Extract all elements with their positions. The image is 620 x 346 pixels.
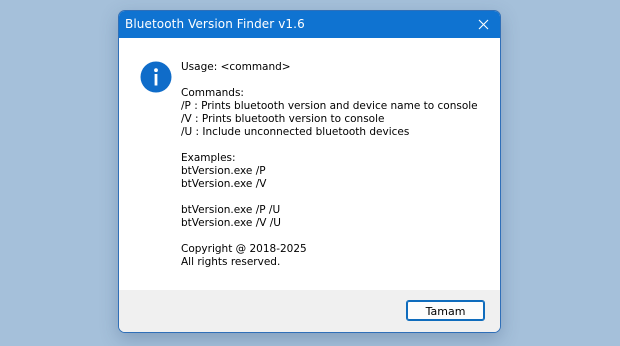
example-line: btVersion.exe /P	[181, 165, 266, 177]
info-icon	[140, 61, 172, 93]
rights-line: All rights reserved.	[181, 256, 281, 268]
examples-header: Examples:	[181, 152, 236, 164]
desktop-background: Bluetooth Version Finder v1.6 Usage: <co…	[0, 0, 620, 346]
command-line: /P : Prints bluetooth version and device…	[181, 100, 478, 112]
command-line: /V : Prints bluetooth version to console	[181, 113, 385, 125]
message-text: Usage: <command> Commands: /P : Prints b…	[181, 61, 478, 269]
commands-header: Commands:	[181, 87, 244, 99]
message-dialog: Bluetooth Version Finder v1.6 Usage: <co…	[118, 10, 501, 333]
title-bar[interactable]: Bluetooth Version Finder v1.6	[119, 11, 500, 38]
example-line: btVersion.exe /P /U	[181, 204, 281, 216]
copyright-line: Copyright @ 2018-2025	[181, 243, 307, 255]
close-icon	[478, 19, 488, 30]
ok-button[interactable]: Tamam	[406, 300, 485, 321]
command-line: /U : Include unconnected bluetooth devic…	[181, 126, 410, 138]
dialog-content: Usage: <command> Commands: /P : Prints b…	[119, 38, 500, 291]
window-title: Bluetooth Version Finder v1.6	[125, 17, 305, 31]
usage-line: Usage: <command>	[181, 61, 291, 73]
example-line: btVersion.exe /V	[181, 178, 267, 190]
close-button[interactable]	[466, 11, 500, 38]
example-line: btVersion.exe /V /U	[181, 217, 281, 229]
button-bar: Tamam	[119, 290, 500, 332]
